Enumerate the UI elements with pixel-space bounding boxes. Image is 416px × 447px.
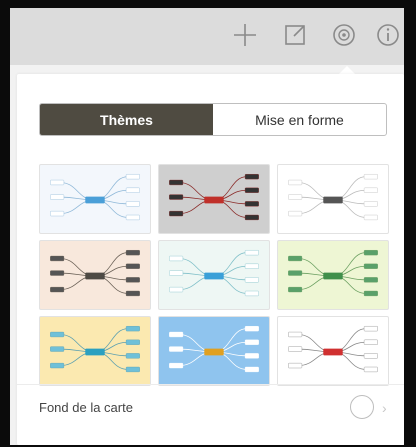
info-icon[interactable]	[375, 22, 401, 48]
theme-thumbnail-1[interactable]	[39, 164, 151, 234]
tab-mise-en-forme[interactable]: Mise en forme	[213, 104, 386, 135]
mind-map-preview	[169, 326, 259, 373]
app-window: Thèmes Mise en forme Fond de la carte ›	[10, 8, 404, 445]
mind-map-preview	[288, 174, 378, 221]
theme-popover: Thèmes Mise en forme Fond de la carte ›	[17, 74, 404, 445]
top-toolbar	[10, 8, 404, 65]
mind-map-preview	[169, 174, 259, 221]
edit-square-icon[interactable]	[282, 22, 308, 48]
tab-switcher: Thèmes Mise en forme	[39, 103, 387, 136]
theme-thumbnail-2[interactable]	[158, 164, 270, 234]
theme-thumbnail-8[interactable]	[158, 316, 270, 386]
map-background-swatch[interactable]	[350, 395, 374, 419]
theme-thumbnail-4[interactable]	[39, 240, 151, 310]
chevron-right-icon[interactable]: ›	[382, 400, 387, 416]
mind-map-preview	[169, 250, 259, 297]
mind-map-preview	[50, 174, 140, 221]
mind-map-preview	[50, 250, 140, 297]
themes-grid	[39, 164, 389, 386]
theme-thumbnail-6[interactable]	[277, 240, 389, 310]
map-background-label: Fond de la carte	[39, 400, 133, 415]
plus-icon[interactable]	[232, 22, 258, 48]
mind-map-preview	[288, 250, 378, 297]
mind-map-preview	[288, 326, 378, 373]
theme-thumbnail-5[interactable]	[158, 240, 270, 310]
theme-palette-icon[interactable]	[331, 22, 357, 48]
divider	[17, 384, 404, 385]
theme-thumbnail-3[interactable]	[277, 164, 389, 234]
mind-map-preview	[50, 326, 140, 373]
theme-thumbnail-9[interactable]	[277, 316, 389, 386]
theme-thumbnail-7[interactable]	[39, 316, 151, 386]
tab-themes[interactable]: Thèmes	[40, 104, 213, 135]
